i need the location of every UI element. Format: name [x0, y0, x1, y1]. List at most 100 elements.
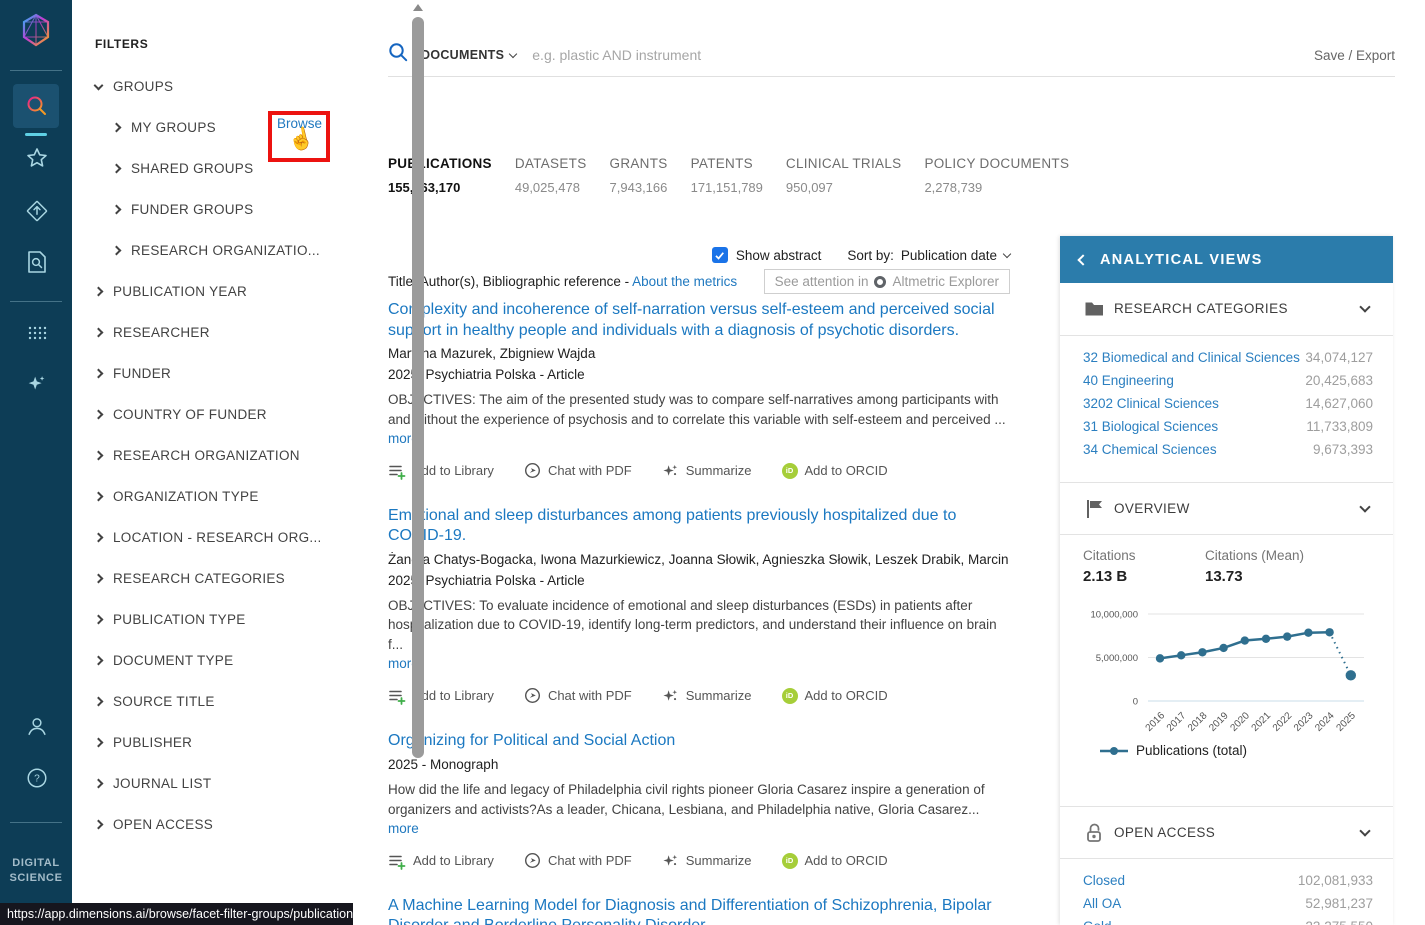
filter-document-type[interactable]: DOCUMENT TYPE [72, 640, 330, 681]
summarize-button[interactable]: Summarize [662, 687, 752, 704]
help-icon[interactable]: ? [25, 766, 49, 790]
publication-title-link[interactable]: A Machine Learning Model for Diagnosis a… [388, 896, 998, 925]
filter-research-categories[interactable]: RESEARCH CATEGORIES [72, 558, 330, 599]
add-to-library-button[interactable]: Add to Library [388, 852, 494, 870]
category-link[interactable]: 34 Chemical Sciences [1083, 442, 1217, 457]
scroll-up-arrow[interactable] [413, 4, 423, 11]
results-meta-row: Title, Author(s), Bibliographic referenc… [388, 269, 1010, 294]
publication-title-link[interactable]: Complexity and incoherence of self-narra… [388, 300, 1012, 341]
filter-label: MY GROUPS [131, 120, 216, 135]
filter-funder-groups[interactable]: FUNDER GROUPS [72, 189, 330, 230]
tab-clinical-trials[interactable]: CLINICAL TRIALS 950,097 [786, 156, 902, 195]
chat-with-pdf-button[interactable]: Chat with PDF [524, 687, 632, 704]
chat-with-pdf-button[interactable]: Chat with PDF [524, 852, 632, 869]
open-access-link[interactable]: All OA [1083, 896, 1121, 911]
filter-publisher[interactable]: PUBLISHER [72, 722, 330, 763]
category-link[interactable]: 3202 Clinical Sciences [1083, 396, 1219, 411]
category-link[interactable]: 32 Biomedical and Clinical Sciences [1083, 350, 1300, 365]
add-to-orcid-button[interactable]: iD Add to ORCID [781, 462, 888, 479]
chevron-right-icon [93, 778, 104, 789]
add-to-orcid-button[interactable]: iD Add to ORCID [781, 852, 888, 869]
open-access-link[interactable]: Closed [1083, 873, 1125, 888]
tab-patents[interactable]: PATENTS 171,151,789 [691, 156, 763, 195]
filter-location-research-org[interactable]: LOCATION - RESEARCH ORG... [72, 517, 330, 558]
account-icon[interactable] [25, 714, 49, 738]
svg-text:2019: 2019 [1207, 710, 1231, 734]
category-row: 31 Biological Sciences 11,733,809 [1083, 419, 1373, 434]
filter-open-access[interactable]: OPEN ACCESS [72, 804, 330, 845]
filter-groups[interactable]: GROUPS [72, 66, 330, 107]
section-open-access[interactable]: OPEN ACCESS [1060, 807, 1393, 858]
filters-panel: FILTERS GROUPS MY GROUPS SHARED GROUPS FUND… [72, 0, 424, 925]
legend-marker-icon [1100, 746, 1128, 755]
save-export-button[interactable]: Save / Export [1314, 48, 1395, 63]
section-research-categories[interactable]: RESEARCH CATEGORIES [1060, 283, 1393, 334]
document-search-icon[interactable] [25, 250, 49, 274]
summarize-button[interactable]: Summarize [662, 852, 752, 869]
category-link[interactable]: 40 Engineering [1083, 373, 1174, 388]
chevron-down-icon [1359, 500, 1371, 513]
chevron-down-icon [93, 80, 104, 90]
search-scope-dropdown[interactable]: DOCUMENTS [421, 48, 518, 62]
more-link[interactable]: more [388, 821, 419, 836]
filter-organization-type[interactable]: ORGANIZATION TYPE [72, 476, 330, 517]
filter-label: RESEARCHER [113, 325, 210, 340]
filter-label: DOCUMENT TYPE [113, 653, 234, 668]
filter-source-title[interactable]: SOURCE TITLE [72, 681, 330, 722]
tab-datasets[interactable]: DATASETS 49,025,478 [515, 156, 587, 195]
publication-authors: Martyna Mazurek, Zbigniew Wajda [388, 346, 596, 361]
analytical-views-panel: ANALYTICAL VIEWS RESEARCH CATEGORIES 32 … [1060, 236, 1393, 925]
filter-research-organizatio[interactable]: RESEARCH ORGANIZATIO... [72, 230, 330, 271]
export-icon[interactable] [25, 199, 49, 223]
publication-item: Complexity and incoherence of self-narra… [388, 300, 1012, 480]
chevron-right-icon [93, 368, 104, 379]
add-to-library-button[interactable]: Add to Library [388, 462, 494, 480]
add-to-orcid-button[interactable]: iD Add to ORCID [781, 687, 888, 704]
chat-with-pdf-button[interactable]: Chat with PDF [524, 462, 632, 479]
section-overview[interactable]: OVERVIEW [1060, 483, 1393, 534]
add-to-library-button[interactable]: Add to Library [388, 687, 494, 705]
filter-publication-year[interactable]: PUBLICATION YEAR [72, 271, 330, 312]
publication-authors: Żaneta Chatys-Bogacka, Iwona Mazurkiewic… [388, 551, 1012, 567]
filter-funder[interactable]: FUNDER [72, 353, 330, 394]
open-access-link[interactable]: Gold [1083, 919, 1112, 925]
filter-research-organization[interactable]: RESEARCH ORGANIZATION [72, 435, 330, 476]
dimensions-logo-icon[interactable] [19, 12, 53, 53]
filter-researcher[interactable]: RESEARCHER [72, 312, 330, 353]
about-metrics-link[interactable]: About the metrics [632, 274, 737, 289]
tab-publications[interactable]: PUBLICATIONS 155,063,170 [388, 156, 492, 195]
filter-label: PUBLICATION TYPE [113, 612, 246, 627]
rail-divider [10, 301, 62, 302]
filters-scrollbar[interactable] [412, 17, 424, 758]
altmetric-explorer-button[interactable]: See attention in Altmetric Explorer [763, 269, 1010, 294]
open-access-lock-icon [1083, 822, 1105, 843]
category-row: 40 Engineering 20,425,683 [1083, 373, 1373, 388]
rail-divider [10, 70, 62, 71]
sort-dropdown[interactable]: Sort by: Publication date [847, 248, 1012, 263]
tab-grants[interactable]: GRANTS 7,943,166 [610, 156, 668, 195]
filter-publication-type[interactable]: PUBLICATION TYPE [72, 599, 330, 640]
apps-grid-icon[interactable] [25, 320, 49, 344]
favorites-star-icon[interactable] [25, 146, 49, 170]
altmetric-donut-icon [874, 275, 887, 288]
publication-title-link[interactable]: Emotional and sleep disturbances among p… [388, 506, 968, 547]
search-input[interactable]: e.g. plastic AND instrument [532, 47, 1314, 63]
publication-title-link[interactable]: Organizing for Political and Social Acti… [388, 731, 1012, 752]
summarize-button[interactable]: Summarize [662, 462, 752, 479]
search-nav-icon[interactable] [25, 94, 49, 118]
orcid-icon: iD [781, 852, 798, 869]
chevron-right-icon [93, 614, 104, 625]
filter-label: RESEARCH ORGANIZATIO... [131, 243, 320, 258]
chevron-down-icon [1359, 300, 1371, 313]
category-link[interactable]: 31 Biological Sciences [1083, 419, 1218, 434]
filter-journal-list[interactable]: JOURNAL LIST [72, 763, 330, 804]
publication-list: Complexity and incoherence of self-narra… [388, 300, 1012, 925]
tab-policy-documents[interactable]: POLICY DOCUMENTS 2,278,739 [924, 156, 1069, 195]
filter-country-of-funder[interactable]: COUNTRY OF FUNDER [72, 394, 330, 435]
results-controls: Show abstract Sort by: Publication date [388, 247, 1012, 263]
svg-text:5,000,000: 5,000,000 [1096, 653, 1138, 664]
ai-sparkle-icon[interactable] [25, 372, 49, 396]
show-abstract-checkbox[interactable] [711, 247, 728, 263]
analytical-views-header[interactable]: ANALYTICAL VIEWS [1060, 236, 1393, 283]
collapse-panel-icon[interactable] [1077, 253, 1089, 266]
